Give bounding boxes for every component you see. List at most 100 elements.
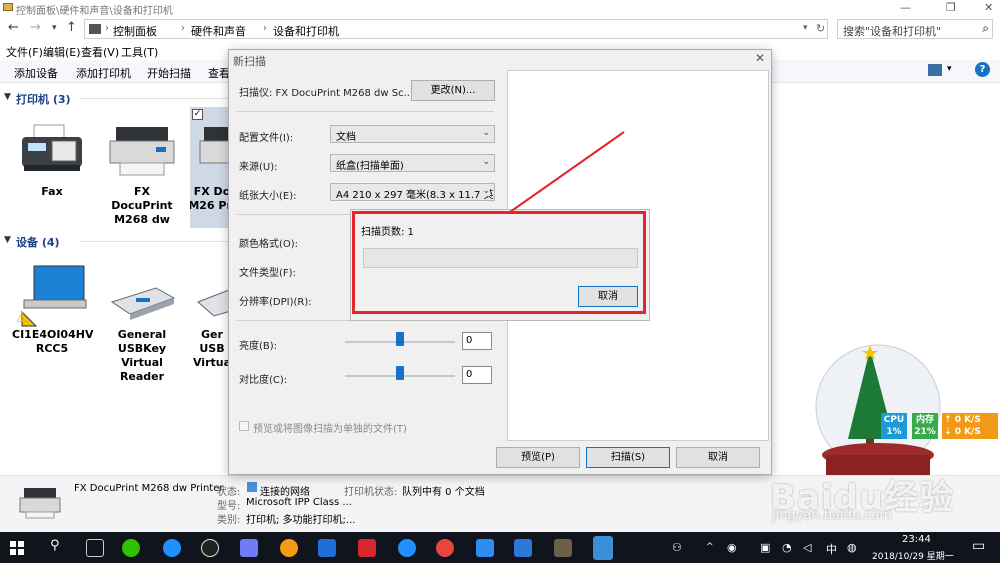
app-icon[interactable] (318, 539, 336, 557)
device-label: CI1E4OI04HV RCC5 (12, 328, 94, 355)
tray-chevron-icon[interactable]: ^ (706, 542, 714, 552)
selected-checkbox-icon[interactable]: ✓ (192, 109, 203, 120)
ime-indicator[interactable]: 中 (826, 541, 837, 557)
divider (237, 214, 351, 215)
recent-chevron-icon[interactable]: ▾ (52, 23, 57, 33)
breadcrumb-control-panel[interactable]: 控制面板 (113, 23, 157, 39)
k-app-icon[interactable] (163, 539, 181, 557)
preview-checkbox[interactable] (239, 421, 249, 431)
app-icon[interactable] (358, 539, 376, 557)
up-arrow-icon[interactable]: ↑ (66, 20, 77, 35)
network-meter: ⇡ 0 K/S ⇣ 0 K/S (942, 413, 998, 439)
app-icon[interactable] (476, 539, 494, 557)
file-explorer-icon[interactable] (593, 536, 613, 560)
device-laptop[interactable]: ⚠ CI1E4OI04HV RCC5 (12, 262, 94, 362)
dropdown-chevron-icon[interactable]: ▾ (803, 23, 808, 33)
app-icon[interactable] (514, 539, 532, 557)
paper-size-select[interactable]: A4 210 x 297 毫米(8.3 x 11.7 英寸 ⌄ (330, 183, 495, 201)
printer-icon (19, 488, 61, 519)
add-device-button[interactable]: 添加设备 (14, 65, 58, 81)
tray-app-icon[interactable]: ◉ (727, 541, 737, 554)
contrast-slider-thumb[interactable] (396, 366, 404, 380)
tray-app-icon[interactable]: ▣ (760, 541, 770, 554)
windows-start-icon[interactable] (10, 541, 24, 555)
contrast-input[interactable]: 0 (462, 366, 492, 384)
device-label: FX DocuPrint M268 dw (111, 185, 173, 226)
devices-group-header[interactable]: ▼ 设备 (4) (0, 234, 230, 249)
device-usbkey-reader[interactable]: General USBKey Virtual Reader (102, 262, 182, 383)
breadcrumb-separator-icon: › (181, 23, 185, 34)
wechat-icon[interactable] (122, 539, 140, 557)
chevron-down-icon: ⌄ (482, 128, 490, 138)
collapse-arrow-icon[interactable]: ▼ (4, 92, 11, 102)
qq-icon[interactable] (201, 539, 219, 557)
device-fx-docuprint-printer[interactable]: FX DocuPrint M268 dw (102, 115, 182, 226)
chrome-icon[interactable] (436, 539, 454, 557)
clock-time[interactable]: 23:44 (902, 534, 931, 545)
address-bar[interactable]: › 控制面板 › 硬件和声音 › 设备和打印机 ▾ ↻ (84, 19, 828, 39)
wifi-icon[interactable]: ◔ (782, 541, 792, 554)
breadcrumb-hardware-sound[interactable]: 硬件和声音 (191, 23, 246, 39)
device-fx-docuprint-selected[interactable]: ✓ FX Do M26 Pri (190, 107, 230, 228)
back-arrow-icon[interactable]: ← (8, 20, 19, 35)
dialog-close-icon[interactable]: ✕ (755, 51, 765, 65)
chevron-down-icon: ⌄ (482, 157, 490, 167)
profile-select[interactable]: 文档 ⌄ (330, 125, 495, 143)
people-icon[interactable]: ⚇ (672, 541, 682, 554)
app-icon[interactable] (554, 539, 572, 557)
printers-group-header[interactable]: ▼ 打印机 (3) (0, 91, 230, 106)
restore-icon[interactable]: ❐ (946, 1, 956, 14)
memory-meter: 内存 21% (912, 413, 938, 439)
view-chevron-icon[interactable]: ▾ (947, 64, 952, 74)
close-icon[interactable]: ✕ (984, 1, 993, 14)
cpu-label: CPU (883, 415, 905, 425)
device-fax[interactable]: Fax (12, 115, 92, 205)
source-select[interactable]: 纸盒(扫描单面) ⌄ (330, 154, 495, 172)
browser-icon[interactable] (398, 539, 416, 557)
task-view-icon[interactable] (86, 539, 104, 557)
brightness-input[interactable]: 0 (462, 332, 492, 350)
add-printer-button[interactable]: 添加打印机 (76, 65, 131, 81)
menu-view[interactable]: 查看(V) (81, 44, 119, 60)
preview-button[interactable]: 预览(P) (496, 447, 580, 468)
download-arrow-icon: ⇣ (944, 427, 952, 437)
device-label: Ger USB Virtua (192, 328, 230, 369)
search-box[interactable]: 搜索"设备和打印机" ⌕ (837, 19, 993, 39)
search-icon[interactable]: ⌕ (982, 21, 989, 36)
status-value: 连接的网络 (260, 487, 310, 498)
search-icon[interactable]: ⚲ (50, 538, 60, 553)
breadcrumb-devices-printers[interactable]: 设备和打印机 (273, 23, 339, 39)
brightness-slider-thumb[interactable] (396, 332, 404, 346)
source-label: 来源(U): (239, 162, 278, 173)
scan-button[interactable]: 扫描(S) (586, 447, 670, 468)
app-icon[interactable] (280, 539, 298, 557)
notification-icon[interactable]: ▭ (972, 538, 985, 554)
change-scanner-button[interactable]: 更改(N)... (411, 80, 495, 101)
divider (80, 241, 230, 242)
dialog-title: 新扫描 (233, 55, 266, 68)
folder-icon (3, 3, 13, 11)
tray-app-icon[interactable]: ◍ (847, 541, 857, 554)
minimize-icon[interactable]: — (900, 1, 911, 14)
menu-file[interactable]: 文件(F) (6, 44, 43, 60)
help-icon[interactable]: ? (975, 62, 990, 77)
forward-arrow-icon[interactable]: → (30, 20, 41, 35)
menu-tools[interactable]: 工具(T) (121, 44, 158, 60)
printer-icon (199, 127, 230, 164)
chevron-down-icon: ⌄ (482, 186, 490, 196)
device-label: Fax (41, 185, 63, 198)
menu-edit[interactable]: 编辑(E) (43, 44, 81, 60)
view-options-icon[interactable] (928, 64, 942, 76)
view-button[interactable]: 查看 (208, 65, 230, 81)
start-scan-button[interactable]: 开始扫描 (147, 65, 191, 81)
refresh-icon[interactable]: ↻ (816, 22, 825, 35)
device-usb-virtual[interactable]: Ger USB Virtua (190, 262, 230, 372)
cancel-button[interactable]: 取消 (676, 447, 760, 468)
collapse-arrow-icon[interactable]: ▼ (4, 235, 11, 245)
clock-date[interactable]: 2018/10/29 星期一 (872, 549, 954, 562)
device-label: General USBKey Virtual Reader (117, 328, 167, 383)
navigation-bar: ← → ▾ ↑ › 控制面板 › 硬件和声音 › 设备和打印机 ▾ ↻ 搜索"设… (0, 17, 1000, 41)
volume-icon[interactable]: ◁ (803, 541, 811, 554)
upload-arrow-icon: ⇡ (944, 415, 952, 425)
app-icon[interactable] (240, 539, 258, 557)
